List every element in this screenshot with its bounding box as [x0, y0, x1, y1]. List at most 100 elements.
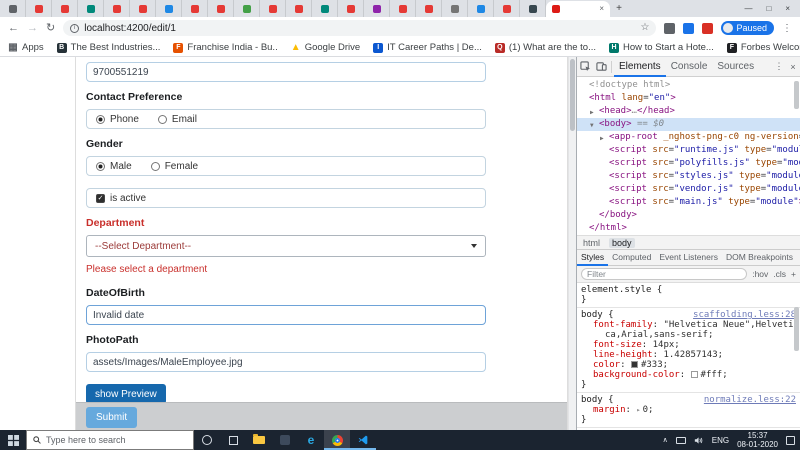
- browser-tab[interactable]: [104, 0, 130, 17]
- new-tab-button[interactable]: +: [610, 0, 628, 17]
- extension-icon[interactable]: [664, 22, 676, 34]
- tab-styles[interactable]: Styles: [577, 249, 608, 266]
- browser-tab[interactable]: [520, 0, 546, 17]
- dom-tree-node[interactable]: <html lang="en">: [577, 92, 800, 105]
- browser-tab[interactable]: [338, 0, 364, 17]
- department-select[interactable]: --Select Department--: [86, 235, 486, 257]
- css-property-name[interactable]: font-size: [593, 340, 642, 350]
- new-style-rule-icon[interactable]: +: [791, 269, 796, 279]
- breadcrumb-html[interactable]: html: [583, 238, 600, 248]
- language-indicator[interactable]: ENG: [712, 436, 729, 445]
- network-icon[interactable]: [675, 436, 686, 444]
- tab-computed[interactable]: Computed: [608, 249, 655, 266]
- inspect-icon[interactable]: [577, 57, 593, 77]
- minimize-button[interactable]: —: [744, 4, 752, 13]
- reload-icon[interactable]: ↻: [46, 22, 55, 34]
- browser-tab[interactable]: [260, 0, 286, 17]
- bookmark-item[interactable]: H How to Start a Hote...: [609, 42, 714, 53]
- extension-icon[interactable]: [683, 22, 695, 34]
- browser-tab[interactable]: [26, 0, 52, 17]
- dom-tree-node[interactable]: <script src="main.js" type="module"></sc…: [577, 196, 800, 209]
- bookmark-item[interactable]: I IT Career Paths | De...: [373, 42, 482, 53]
- css-property[interactable]: font-size: 14px;: [581, 340, 796, 350]
- tab-close-icon[interactable]: ×: [599, 5, 604, 13]
- browser-tab[interactable]: [286, 0, 312, 17]
- submit-button[interactable]: Submit: [86, 407, 138, 428]
- class-toggle[interactable]: .cls: [773, 269, 786, 279]
- bookmark-item[interactable]: ▦ Apps: [8, 42, 43, 53]
- devtools-scrollbar-thumb[interactable]: [794, 307, 799, 351]
- shorthand-expander-icon[interactable]: ▸: [636, 406, 640, 414]
- browser-tab[interactable]: [416, 0, 442, 17]
- scrollbar-thumb[interactable]: [570, 59, 575, 131]
- browser-tab[interactable]: [364, 0, 390, 17]
- css-property-name[interactable]: font-family: [593, 320, 653, 330]
- page-info-icon[interactable]: i: [70, 23, 80, 33]
- css-property-value[interactable]: 14px;: [653, 340, 680, 350]
- browser-tab[interactable]: [390, 0, 416, 17]
- show-preview-button[interactable]: show Preview: [86, 384, 166, 404]
- browser-tab[interactable]: [234, 0, 260, 17]
- is-active-checkbox[interactable]: ✓: [96, 193, 105, 203]
- css-property-name[interactable]: margin: [593, 405, 626, 415]
- bookmark-item[interactable]: F Franchise India - Bu..: [173, 42, 278, 53]
- tab-console[interactable]: Console: [666, 57, 713, 77]
- browser-tab[interactable]: [156, 0, 182, 17]
- extension-icon[interactable]: [702, 22, 714, 34]
- browser-tab[interactable]: [208, 0, 234, 17]
- email-radio[interactable]: [157, 114, 167, 124]
- phone-radio[interactable]: [96, 114, 105, 124]
- edge-icon[interactable]: e: [298, 430, 324, 450]
- dom-tree-node[interactable]: <!doctype html>: [577, 79, 800, 92]
- bookmark-item[interactable]: FForbes Welcome: [726, 42, 800, 53]
- forward-icon[interactable]: →: [27, 22, 38, 34]
- css-property[interactable]: background-color: #fff;: [581, 370, 796, 380]
- device-toolbar-icon[interactable]: [593, 57, 609, 77]
- css-property[interactable]: line-height: 1.42857143;: [581, 350, 796, 360]
- browser-tab[interactable]: [0, 0, 26, 17]
- source-file-link[interactable]: scaffolding.less:28: [689, 310, 796, 320]
- css-property-name[interactable]: background-color: [593, 370, 680, 380]
- dom-tree-node[interactable]: ▶ <head>…</head>: [577, 105, 800, 118]
- address-bar[interactable]: i localhost:4200/edit/1 ☆: [63, 20, 657, 36]
- tab-dom-breakpoints[interactable]: DOM Breakpoints: [722, 249, 797, 266]
- female-radio[interactable]: [150, 161, 160, 171]
- task-view-icon[interactable]: [220, 430, 246, 450]
- css-property[interactable]: margin: ▸ 0;: [581, 405, 796, 415]
- volume-icon[interactable]: [694, 436, 704, 445]
- css-property-value[interactable]: #fff;: [701, 370, 728, 380]
- css-property-value[interactable]: #333;: [641, 360, 668, 370]
- action-center-icon[interactable]: [786, 435, 795, 445]
- devtools-menu-icon[interactable]: ⋮: [772, 61, 786, 72]
- dom-tree-node[interactable]: </body>: [577, 209, 800, 222]
- browser-tab[interactable]: [494, 0, 520, 17]
- css-property[interactable]: font-family: "Helvetica Neue",Helvetica,…: [581, 320, 796, 340]
- color-swatch[interactable]: [630, 361, 638, 368]
- taskbar-clock[interactable]: 15:37 08-01-2020: [737, 431, 778, 449]
- tab-elements[interactable]: Elements: [614, 57, 666, 77]
- source-file-link[interactable]: normalize.less:22: [700, 395, 796, 405]
- browser-tab[interactable]: [130, 0, 156, 17]
- browser-tab[interactable]: [312, 0, 338, 17]
- browser-tab[interactable]: [468, 0, 494, 17]
- tray-expand-icon[interactable]: ∧: [663, 436, 668, 444]
- chrome-icon[interactable]: [324, 430, 350, 450]
- pseudo-state-toggle[interactable]: :hov: [752, 269, 768, 279]
- male-radio[interactable]: [96, 161, 105, 171]
- devtools-close-icon[interactable]: ×: [786, 62, 800, 72]
- dom-tree-node[interactable]: <script src="vendor.js" type="module"></…: [577, 183, 800, 196]
- bookmark-star-icon[interactable]: ☆: [641, 23, 650, 33]
- dom-tree-node[interactable]: ▶<app-root _nghost-png-c0 ng-version="8.…: [577, 131, 800, 144]
- css-property-name[interactable]: line-height: [593, 350, 653, 360]
- css-selector[interactable]: element.style {: [581, 285, 662, 295]
- bookmark-item[interactable]: B The Best Industries...: [56, 42, 160, 53]
- bookmark-item[interactable]: ▲ Google Drive: [291, 42, 360, 53]
- browser-tab[interactable]: [442, 0, 468, 17]
- profile-sync-paused-badge[interactable]: Paused: [721, 21, 774, 35]
- tab-sources[interactable]: Sources: [712, 57, 759, 77]
- photo-path-input[interactable]: [86, 352, 486, 372]
- dom-tree-node[interactable]: <script src="styles.js" type="module"></…: [577, 170, 800, 183]
- active-tab[interactable]: ×: [546, 1, 610, 17]
- browser-menu-icon[interactable]: ⋮: [782, 23, 792, 34]
- breadcrumb-body[interactable]: body: [609, 237, 635, 248]
